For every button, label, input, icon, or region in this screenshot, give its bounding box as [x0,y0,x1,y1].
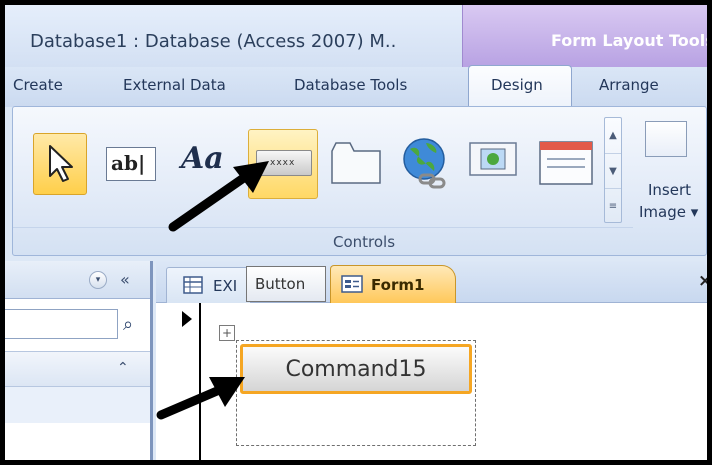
nav-pane-menu-icon[interactable]: ▾ [89,271,107,289]
controls-group-label: Controls [333,233,396,251]
chevron-up-icon: ⌃ [117,360,129,376]
access-window: Database1 : Database (Access 2007) M.. F… [0,0,712,465]
gallery-scroll-up-icon[interactable]: ▲ [605,118,621,153]
insert-image-label-line2: Image ▾ [639,203,699,221]
image-control-button[interactable] [468,139,520,197]
subform-icon [539,141,593,185]
contextual-tab-label: Form Layout Tools [551,31,712,50]
nav-group-header[interactable]: ⌃ [5,351,150,387]
layout-move-handle-icon[interactable]: + [219,325,235,341]
tab-design-label: Design [491,76,543,94]
command-button-label: Command15 [285,357,427,382]
annotation-arrow-icon [168,161,269,232]
gallery-scroll-down-icon[interactable]: ▼ [605,153,621,188]
tab-control-icon [331,142,381,184]
group-separator [13,227,633,228]
tab-database-tools[interactable]: Database Tools [294,76,407,94]
tab-table-label: EXI [213,277,238,295]
document-tab-bar: EXI Form1 × [156,261,707,303]
tab-form1-label: Form1 [371,276,425,294]
tab-design[interactable]: Design [468,65,572,107]
image-icon [469,142,517,176]
insert-image-label-line1: Insert [648,181,692,199]
text-box-icon: ab| [111,151,146,175]
table-icon [183,276,203,294]
tab-table-object[interactable]: EXI [166,267,251,303]
tooltip-text: Button [255,275,306,293]
close-icon[interactable]: × [698,271,707,291]
hyperlink-control-button[interactable] [396,135,456,193]
nav-search-input[interactable] [5,309,118,339]
title-bar: Database1 : Database (Access 2007) M.. F… [5,5,707,67]
button-tooltip: Button [246,266,326,302]
subform-control-button[interactable] [537,139,597,197]
gallery-scrollbar[interactable]: ▲ ▼ ≡ [604,117,622,223]
navigation-pane: ▾ « ⌕ ⌃ [5,261,153,460]
current-record-icon [182,311,192,327]
pointer-icon [49,145,73,182]
tab-form1[interactable]: Form1 [330,265,456,303]
nav-pane-header: ▾ « [5,261,150,299]
ribbon-tab-bar: Create External Data Database Tools Arra… [5,67,707,107]
insert-image-icon [645,121,687,157]
tab-control-button[interactable] [328,137,384,195]
nav-object-list [5,387,150,423]
annotation-arrow-icon [156,377,245,420]
form-layout-tools-contextual-tab: Form Layout Tools [462,5,712,67]
gallery-more-icon[interactable]: ≡ [605,188,621,223]
insert-image-button[interactable]: Insert Image ▾ [631,115,701,225]
select-pointer-button[interactable] [33,133,87,195]
ribbon-controls-group: ab| Aa xxxx ▲ ▼ ≡ Insert Image ▾ Control… [12,106,707,256]
tab-external-data[interactable]: External Data [123,76,226,94]
text-box-control-button[interactable]: ab| [106,147,156,181]
tab-create[interactable]: Create [13,76,63,94]
nav-pane-collapse-icon[interactable]: « [120,270,130,289]
command15-button[interactable]: Command15 [240,344,472,394]
globe-link-icon [403,138,446,189]
window-title: Database1 : Database (Access 2007) M.. [30,31,397,52]
form-icon [341,275,363,293]
search-icon[interactable]: ⌕ [123,314,133,335]
tab-arrange[interactable]: Arrange [599,76,659,94]
